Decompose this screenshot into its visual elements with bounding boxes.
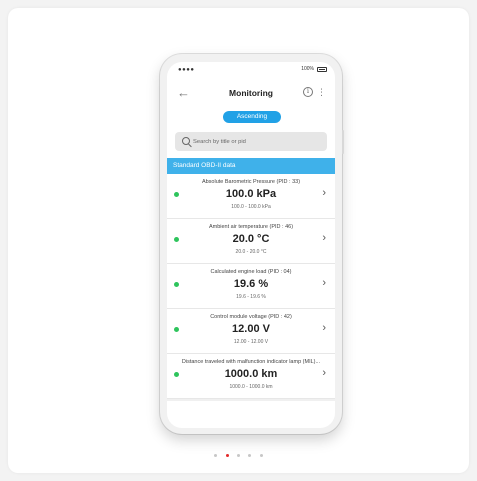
item-label: Control module voltage (PID : 42) [210, 314, 292, 320]
item-range: 19.6 - 19.6 % [236, 294, 266, 300]
pager-dot[interactable] [259, 454, 263, 457]
product-card: ●●●● 100% ← Monitoring i ⋮ Ascending Sta… [8, 8, 469, 473]
item-value: 12.00 V [232, 323, 270, 335]
more-menu-icon[interactable]: ⋮ [317, 86, 326, 98]
item-value: 1000.0 km [224, 368, 278, 380]
chevron-right-icon[interactable]: › [322, 366, 326, 380]
search-icon [182, 137, 190, 145]
item-range: 12.00 - 12.00 V [233, 339, 269, 345]
pager-dot[interactable] [237, 454, 240, 457]
phone-frame: ●●●● 100% ← Monitoring i ⋮ Ascending Sta… [160, 54, 344, 434]
signal-icon: ●●●● [178, 67, 195, 73]
item-value: 20.0 °C [232, 233, 270, 245]
pager-dot-active[interactable] [225, 454, 229, 457]
app-bar: ← Monitoring i ⋮ [167, 84, 335, 102]
list-item[interactable]: Absolute Barometric Pressure (PID : 33) … [167, 174, 335, 221]
item-label: Distance traveled with malfunction indic… [181, 359, 321, 365]
sort-ascending-button[interactable]: Ascending [223, 111, 281, 123]
list-item[interactable]: Control module voltage (PID : 42) 12.00 … [167, 309, 335, 356]
info-icon[interactable]: i [303, 87, 313, 97]
list-item[interactable]: Calculated engine load (PID : 04) 19.6 %… [167, 264, 335, 311]
section-header: Standard OBD-II data [167, 158, 335, 174]
battery-icon [317, 66, 327, 72]
item-label: Absolute Barometric Pressure (PID : 33) [201, 179, 301, 185]
list-item[interactable]: Ambient air temperature (PID : 46) 20.0 … [167, 219, 335, 266]
pager-dot[interactable] [214, 454, 218, 457]
chevron-right-icon[interactable]: › [322, 231, 326, 245]
battery-status: 100% [301, 66, 327, 72]
item-value: 100.0 kPa [225, 188, 277, 200]
item-range: 20.0 - 20.0 °C [235, 249, 267, 255]
carousel-pager [8, 444, 469, 462]
pid-list: Absolute Barometric Pressure (PID : 33) … [167, 174, 335, 401]
phone-screen: ●●●● 100% ← Monitoring i ⋮ Ascending Sta… [167, 62, 335, 428]
list-item[interactable]: Distance traveled with malfunction indic… [167, 354, 335, 401]
item-label: Calculated engine load (PID : 04) [210, 269, 292, 275]
chevron-right-icon[interactable]: › [322, 276, 326, 290]
item-label: Ambient air temperature (PID : 46) [208, 224, 294, 230]
status-bar: ●●●● 100% [167, 65, 335, 75]
chevron-right-icon[interactable]: › [322, 186, 326, 200]
chevron-right-icon[interactable]: › [322, 321, 326, 335]
phone-side-button [342, 130, 344, 154]
item-range: 100.0 - 100.0 kPa [231, 204, 271, 210]
search-box[interactable] [175, 132, 327, 151]
battery-percent: 100% [301, 66, 314, 72]
item-range: 1000.0 - 1000.0 km [229, 384, 273, 390]
search-input[interactable] [193, 132, 323, 151]
item-value: 19.6 % [233, 278, 269, 290]
pager-dot[interactable] [248, 454, 252, 457]
